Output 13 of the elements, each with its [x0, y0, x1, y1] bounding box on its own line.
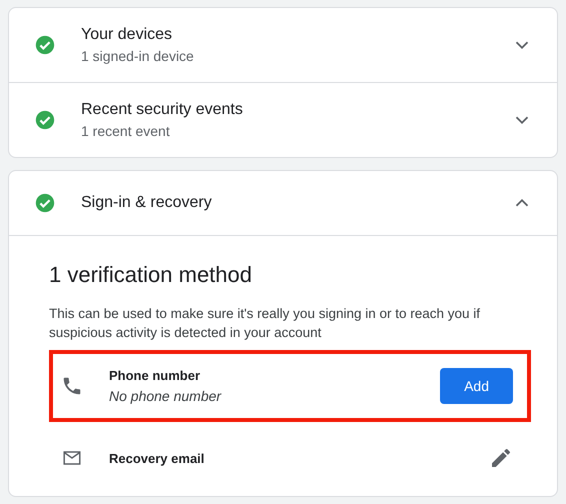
section-title: Your devices: [81, 26, 174, 44]
section-title: Recent security events: [81, 101, 244, 119]
section-subtitle: 1 recent event: [81, 123, 171, 139]
section-title: Sign-in & recovery: [81, 194, 213, 212]
section-heading: 1 verification method: [49, 262, 253, 288]
description-text: This can be used to make sure it's really you signing in or to reach you if suspicious activity is detected in your account: [49, 305, 482, 342]
method-label: Phone number: [109, 368, 202, 383]
pencil-icon[interactable]: [489, 446, 513, 470]
method-value: No phone number: [109, 388, 222, 404]
section-subtitle: 1 signed-in device: [81, 48, 195, 64]
add-button[interactable]: Add: [440, 368, 513, 404]
phone-icon: [61, 375, 83, 397]
method-label: Recovery email: [109, 450, 206, 466]
